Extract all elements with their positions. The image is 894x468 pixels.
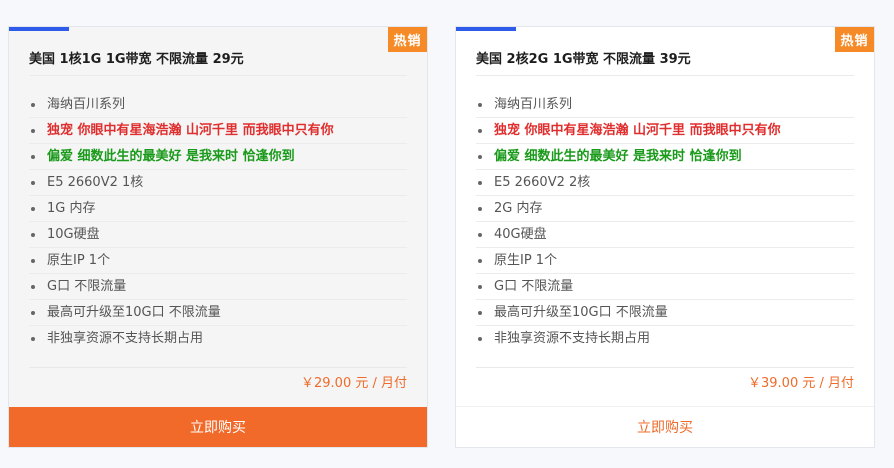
- feature-text: 海纳百川系列: [47, 97, 126, 112]
- bullet-dot-icon: [31, 337, 35, 341]
- feature-item: 非独享资源不支持长期占用: [29, 326, 407, 351]
- bullet-dot-icon: [31, 207, 35, 211]
- bullet-dot-icon: [31, 129, 35, 133]
- feature-item: G口 不限流量: [476, 274, 854, 300]
- feature-item: 1G 内存: [29, 196, 407, 222]
- bullet-dot-icon: [478, 181, 482, 185]
- feature-item-highlight-red: 独宠 你眼中有星海浩瀚 山河千里 而我眼中只有你: [476, 118, 854, 144]
- divider: [29, 367, 407, 368]
- divider: [476, 367, 854, 368]
- feature-text: 非独享资源不支持长期占用: [494, 331, 651, 346]
- buy-now-button[interactable]: 立即购买: [9, 407, 427, 447]
- feature-text: 原生IP 1个: [494, 253, 558, 268]
- bullet-dot-icon: [31, 181, 35, 185]
- bullet-dot-icon: [478, 337, 482, 341]
- feature-text: 最高可升级至10G口 不限流量: [47, 305, 221, 320]
- feature-text: 偏爱 细数此生的最美好 是我来时 恰逢你到: [47, 149, 295, 164]
- feature-text: G口 不限流量: [494, 279, 574, 294]
- bullet-dot-icon: [478, 233, 482, 237]
- feature-item: 海纳百川系列: [29, 92, 407, 118]
- price-label: ￥39.00 元 / 月付: [748, 376, 854, 391]
- feature-item-highlight-green: 偏爱 细数此生的最美好 是我来时 恰逢你到: [476, 144, 854, 170]
- feature-text: E5 2660V2 2核: [494, 175, 591, 190]
- price-label: ￥29.00 元 / 月付: [301, 376, 407, 391]
- bullet-dot-icon: [478, 207, 482, 211]
- divider: [476, 75, 854, 76]
- feature-item-highlight-red: 独宠 你眼中有星海浩瀚 山河千里 而我眼中只有你: [29, 118, 407, 144]
- feature-text: 海纳百川系列: [494, 97, 573, 112]
- feature-text: 2G 内存: [494, 201, 543, 216]
- feature-item: E5 2660V2 2核: [476, 170, 854, 196]
- bullet-dot-icon: [31, 233, 35, 237]
- bullet-dot-icon: [478, 285, 482, 289]
- feature-list: 海纳百川系列 独宠 你眼中有星海浩瀚 山河千里 而我眼中只有你 偏爱 细数此生的…: [476, 92, 854, 351]
- bullet-dot-icon: [478, 259, 482, 263]
- feature-text: 最高可升级至10G口 不限流量: [494, 305, 668, 320]
- bullet-dot-icon: [31, 285, 35, 289]
- bullet-dot-icon: [478, 311, 482, 315]
- feature-item: E5 2660V2 1核: [29, 170, 407, 196]
- feature-text: 原生IP 1个: [47, 253, 111, 268]
- feature-text: 10G硬盘: [47, 227, 100, 242]
- divider: [29, 75, 407, 76]
- feature-item: 2G 内存: [476, 196, 854, 222]
- plan-title: 美国 2核2G 1G带宽 不限流量 39元: [476, 52, 691, 67]
- bullet-dot-icon: [478, 155, 482, 159]
- plan-card-2c2g: 热销 美国 2核2G 1G带宽 不限流量 39元 海纳百川系列 独宠 你眼中有星…: [455, 26, 875, 448]
- feature-item: 非独享资源不支持长期占用: [476, 326, 854, 351]
- feature-item-highlight-green: 偏爱 细数此生的最美好 是我来时 恰逢你到: [29, 144, 407, 170]
- bullet-dot-icon: [478, 129, 482, 133]
- feature-item: 40G硬盘: [476, 222, 854, 248]
- card-accent-bar: [456, 27, 516, 31]
- hot-badge: 热销: [835, 27, 874, 52]
- bullet-dot-icon: [31, 103, 35, 107]
- feature-item: 原生IP 1个: [476, 248, 854, 274]
- feature-text: 非独享资源不支持长期占用: [47, 331, 204, 346]
- feature-text: E5 2660V2 1核: [47, 175, 144, 190]
- bullet-dot-icon: [31, 311, 35, 315]
- feature-item: 10G硬盘: [29, 222, 407, 248]
- feature-item: 最高可升级至10G口 不限流量: [29, 300, 407, 326]
- plan-title: 美国 1核1G 1G带宽 不限流量 29元: [29, 52, 244, 67]
- feature-item: 海纳百川系列: [476, 92, 854, 118]
- feature-item: 最高可升级至10G口 不限流量: [476, 300, 854, 326]
- bullet-dot-icon: [31, 259, 35, 263]
- bullet-dot-icon: [31, 155, 35, 159]
- feature-text: 1G 内存: [47, 201, 96, 216]
- feature-list: 海纳百川系列 独宠 你眼中有星海浩瀚 山河千里 而我眼中只有你 偏爱 细数此生的…: [29, 92, 407, 351]
- feature-text: 独宠 你眼中有星海浩瀚 山河千里 而我眼中只有你: [47, 123, 334, 138]
- buy-now-button[interactable]: 立即购买: [456, 406, 874, 447]
- feature-text: 40G硬盘: [494, 227, 547, 242]
- plan-card-1c1g: 热销 美国 1核1G 1G带宽 不限流量 29元 海纳百川系列 独宠 你眼中有星…: [8, 26, 428, 448]
- bullet-dot-icon: [478, 103, 482, 107]
- card-accent-bar: [9, 27, 69, 31]
- feature-text: G口 不限流量: [47, 279, 127, 294]
- feature-item: G口 不限流量: [29, 274, 407, 300]
- hot-badge: 热销: [388, 27, 427, 52]
- feature-text: 偏爱 细数此生的最美好 是我来时 恰逢你到: [494, 149, 742, 164]
- feature-text: 独宠 你眼中有星海浩瀚 山河千里 而我眼中只有你: [494, 123, 781, 138]
- feature-item: 原生IP 1个: [29, 248, 407, 274]
